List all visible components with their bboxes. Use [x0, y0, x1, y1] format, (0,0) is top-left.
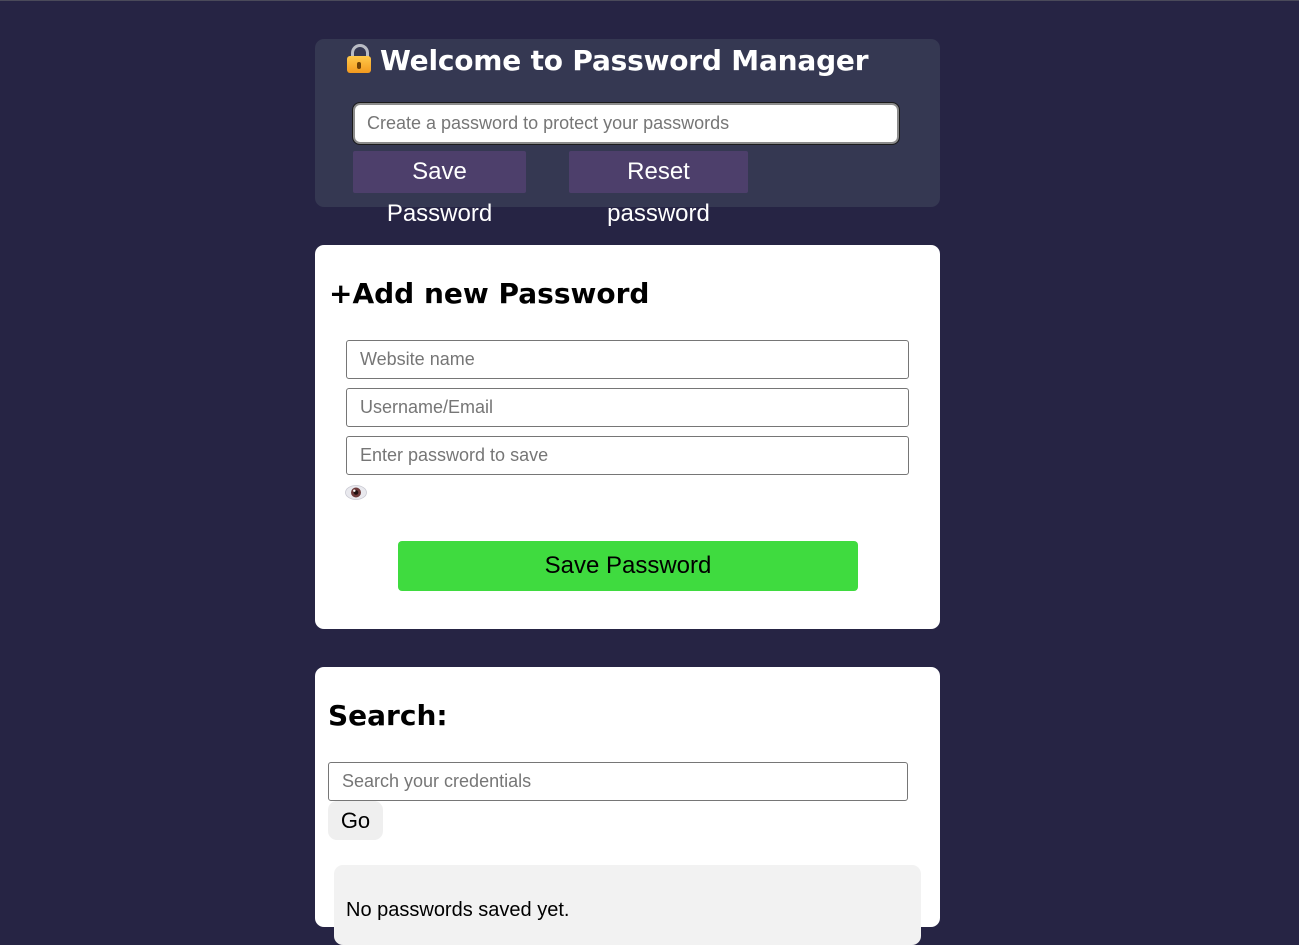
page-title: Welcome to Password Manager — [346, 44, 869, 77]
results-empty-message: No passwords saved yet. — [346, 899, 570, 921]
window-top-border — [0, 0, 1299, 1]
website-name-input[interactable] — [346, 340, 909, 379]
master-password-panel: Welcome to Password Manager Save Passwor… — [315, 39, 940, 227]
add-password-title: +Add new Password — [329, 277, 650, 310]
username-email-input[interactable] — [346, 388, 909, 427]
password-to-save-input[interactable] — [346, 436, 909, 475]
lock-icon — [346, 44, 372, 73]
master-password-input[interactable] — [352, 102, 900, 145]
results-container: No passwords saved yet. — [334, 865, 921, 945]
eye-icon[interactable] — [345, 485, 367, 500]
search-panel: Search: Go No passwords saved yet. — [315, 667, 940, 945]
search-input[interactable] — [328, 762, 908, 801]
reset-password-button[interactable]: Reset password — [569, 151, 748, 227]
search-title: Search: — [328, 699, 448, 732]
save-master-password-button[interactable]: Save Password — [353, 151, 526, 227]
page-title-text: Welcome to Password Manager — [380, 44, 869, 77]
add-password-panel: +Add new Password Save Password — [315, 245, 940, 629]
save-password-button[interactable]: Save Password — [398, 541, 858, 591]
go-button[interactable]: Go — [328, 801, 383, 840]
